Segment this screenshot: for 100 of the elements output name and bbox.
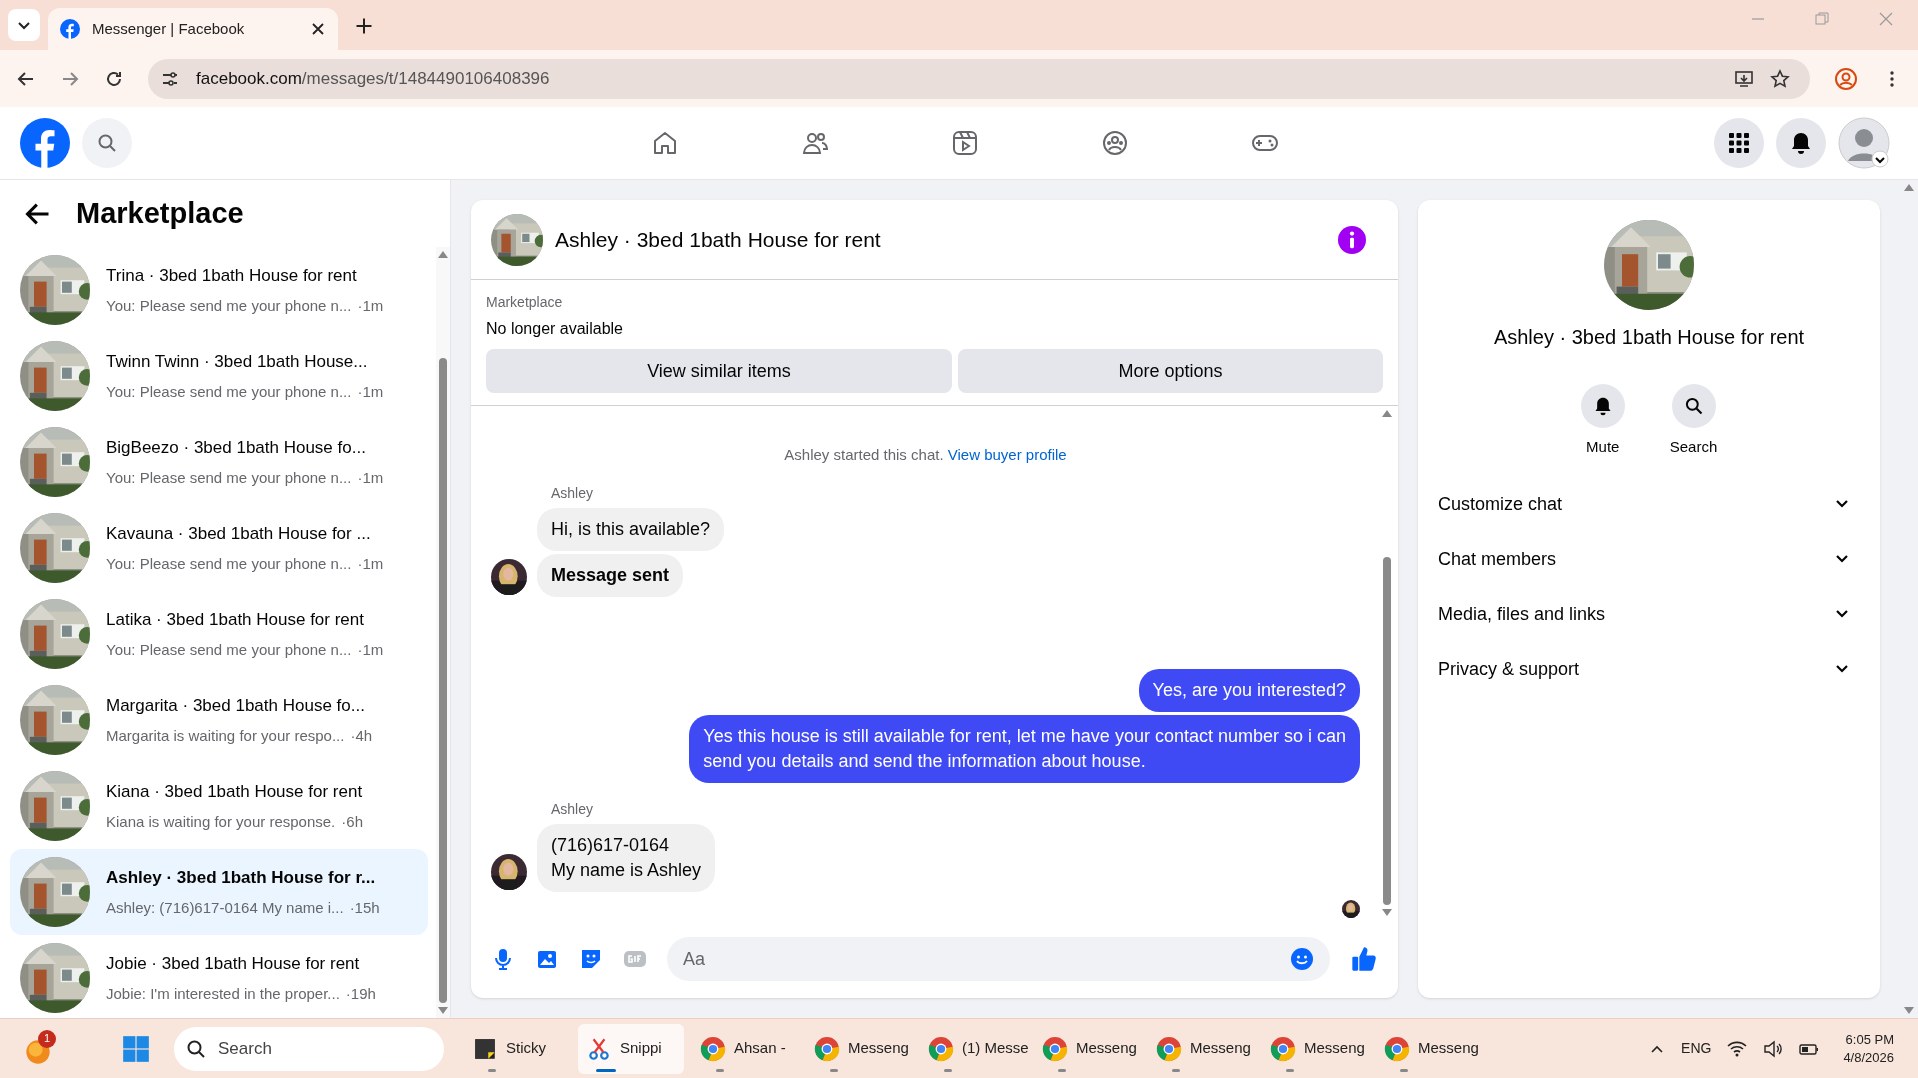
conversation-title: Kavauna · 3bed 1bath House for ... bbox=[106, 523, 372, 545]
taskbar-app[interactable]: Messeng bbox=[1148, 1023, 1254, 1074]
message-bubble: Hi, is this available? bbox=[537, 507, 725, 551]
taskbar-app[interactable]: Messeng bbox=[1034, 1023, 1140, 1074]
tab-list-button[interactable] bbox=[8, 9, 40, 41]
bell-icon bbox=[1789, 131, 1813, 155]
new-tab-icon[interactable] bbox=[354, 16, 374, 36]
conversation-title: Kiana · 3bed 1bath House for rent bbox=[106, 781, 363, 803]
action-button[interactable] bbox=[1580, 384, 1625, 428]
browser-icon bbox=[1384, 1035, 1410, 1062]
section-toggle[interactable]: Chat members bbox=[1426, 531, 1872, 587]
language-indicator[interactable]: ENG bbox=[1681, 1038, 1712, 1059]
facebook-logo-icon[interactable] bbox=[20, 118, 70, 168]
timestamp: ·19h bbox=[345, 983, 376, 1004]
home-icon bbox=[651, 129, 679, 157]
contact-title: Ashley · 3bed 1bath House for rent bbox=[1493, 325, 1805, 350]
start-icon[interactable] bbox=[122, 1034, 150, 1063]
info-icon[interactable] bbox=[1338, 225, 1366, 254]
section-toggle[interactable]: Media, files and links bbox=[1426, 586, 1872, 642]
url-text: facebook.com/messages/t/1484490106408396 bbox=[196, 67, 551, 90]
conversation-title: BigBeezo · 3bed 1bath House fo... bbox=[106, 437, 367, 459]
browser-icon bbox=[1156, 1035, 1182, 1062]
timestamp: ·1m bbox=[357, 639, 384, 660]
search-icon bbox=[97, 133, 117, 153]
buyer-profile-link[interactable]: View buyer profile bbox=[947, 446, 1067, 463]
conversation-item[interactable]: Ashley · 3bed 1bath House for r... Ashley: (716)617-0164 My name i... ·15h bbox=[10, 849, 428, 935]
message-preview: You: Please send me your phone n... bbox=[106, 381, 352, 402]
taskbar-app[interactable]: Messeng bbox=[1262, 1023, 1368, 1074]
browser-icon bbox=[928, 1035, 954, 1062]
message-preview: You: Please send me your phone n... bbox=[106, 467, 352, 488]
action-label: Search bbox=[1669, 437, 1718, 457]
taskbar-app[interactable]: Sticky bbox=[464, 1023, 570, 1074]
sidebar-title: Marketplace bbox=[76, 195, 244, 231]
action-button[interactable] bbox=[1671, 384, 1716, 428]
chat-start-note: Ashley started this chat. View buyer profile bbox=[783, 445, 1068, 465]
message-preview: Margarita is waiting for your respo... bbox=[106, 725, 345, 746]
clock[interactable]: 6:05 PM 4/8/2026 bbox=[1843, 1030, 1894, 1067]
star-icon[interactable] bbox=[1770, 68, 1790, 89]
message-bubble: Yes this house is still available for rent, let me have your contact number so i can send you details and send the information about house. bbox=[689, 714, 1360, 783]
message-preview: Jobie: I'm interested in the proper... bbox=[106, 983, 340, 1004]
conversation-title: Jobie · 3bed 1bath House for rent bbox=[106, 953, 361, 975]
message-bubble: Yes, are you interested? bbox=[1138, 668, 1360, 712]
listing-button[interactable]: More options bbox=[958, 349, 1383, 393]
section-toggle[interactable]: Customize chat bbox=[1426, 476, 1872, 532]
timestamp: ·1m bbox=[357, 467, 384, 488]
timestamp: ·1m bbox=[357, 553, 384, 574]
close-icon[interactable] bbox=[310, 21, 326, 37]
scrollbar[interactable] bbox=[436, 247, 450, 1018]
sender-name: Ashley bbox=[551, 483, 595, 503]
browser-icon bbox=[700, 1035, 726, 1062]
taskbar-app[interactable]: Ahsan - bbox=[692, 1023, 798, 1074]
timestamp: ·15h bbox=[349, 897, 380, 918]
taskbar-app[interactable]: Messeng bbox=[806, 1023, 912, 1074]
emoji-icon[interactable] bbox=[1290, 947, 1314, 971]
install-icon[interactable] bbox=[1734, 68, 1754, 89]
search-icon bbox=[186, 1038, 206, 1059]
search-button[interactable] bbox=[82, 118, 132, 168]
browser-icon bbox=[1042, 1035, 1068, 1062]
listing-label: Marketplace bbox=[486, 293, 564, 312]
notifications-button[interactable] bbox=[1776, 118, 1826, 168]
section-toggle[interactable]: Privacy & support bbox=[1426, 641, 1872, 697]
browser-tab[interactable]: Messenger | Facebook bbox=[48, 8, 338, 50]
listing-status: No longer available bbox=[486, 319, 624, 339]
sender-name: Ashley bbox=[551, 799, 595, 819]
browser-icon bbox=[814, 1035, 840, 1062]
message-preview: You: Please send me your phone n... bbox=[106, 639, 352, 660]
timestamp: ·1m bbox=[357, 381, 384, 402]
message-preview: Kiana is waiting for your response. bbox=[106, 811, 336, 832]
conversation-title: Margarita · 3bed 1bath House fo... bbox=[106, 695, 366, 717]
message-bubble: (716)617-0164 My name is Ashley bbox=[537, 823, 716, 892]
speaker-icon[interactable] bbox=[1763, 1038, 1784, 1059]
conversation-title: Trina · 3bed 1bath House for rent bbox=[106, 265, 358, 287]
taskbar-app[interactable]: (1) Messe bbox=[920, 1023, 1026, 1074]
listing-button[interactable]: View similar items bbox=[486, 349, 952, 393]
conversation-title: Latika · 3bed 1bath House for rent bbox=[106, 609, 365, 631]
address-bar[interactable]: facebook.com/messages/t/1484490106408396 bbox=[148, 58, 1810, 99]
action-label: Mute bbox=[1586, 437, 1620, 457]
timestamp: ·4h bbox=[350, 725, 373, 746]
tab-title: Messenger | Facebook bbox=[92, 18, 246, 39]
notification-badge: 1 bbox=[38, 1029, 56, 1048]
taskbar-search[interactable]: Search bbox=[174, 1026, 444, 1071]
thumbs-up-icon[interactable] bbox=[1350, 945, 1378, 973]
message-bubble: Message sent bbox=[537, 553, 684, 597]
profile-icon[interactable] bbox=[1834, 66, 1858, 91]
sticker-icon[interactable] bbox=[579, 947, 603, 971]
grid-icon bbox=[1727, 131, 1751, 155]
taskbar-app[interactable]: Snippi bbox=[578, 1023, 684, 1074]
search-icon bbox=[1683, 396, 1704, 416]
group-icon bbox=[1101, 129, 1129, 157]
message-preview: You: Please send me your phone n... bbox=[106, 553, 352, 574]
timestamp: ·1m bbox=[357, 295, 384, 316]
account-avatar-icon[interactable] bbox=[1838, 117, 1890, 169]
browser-icon bbox=[1270, 1035, 1296, 1062]
video-icon bbox=[951, 129, 979, 157]
chat-title: Ashley · 3bed 1bath House for rent bbox=[555, 226, 881, 253]
menu-button[interactable] bbox=[1714, 118, 1764, 168]
taskbar-app[interactable]: Messeng bbox=[1376, 1023, 1482, 1074]
message-preview: You: Please send me your phone n... bbox=[106, 295, 352, 316]
timestamp: ·6h bbox=[341, 811, 363, 832]
conversation-title: Ashley · 3bed 1bath House for r... bbox=[106, 867, 377, 889]
